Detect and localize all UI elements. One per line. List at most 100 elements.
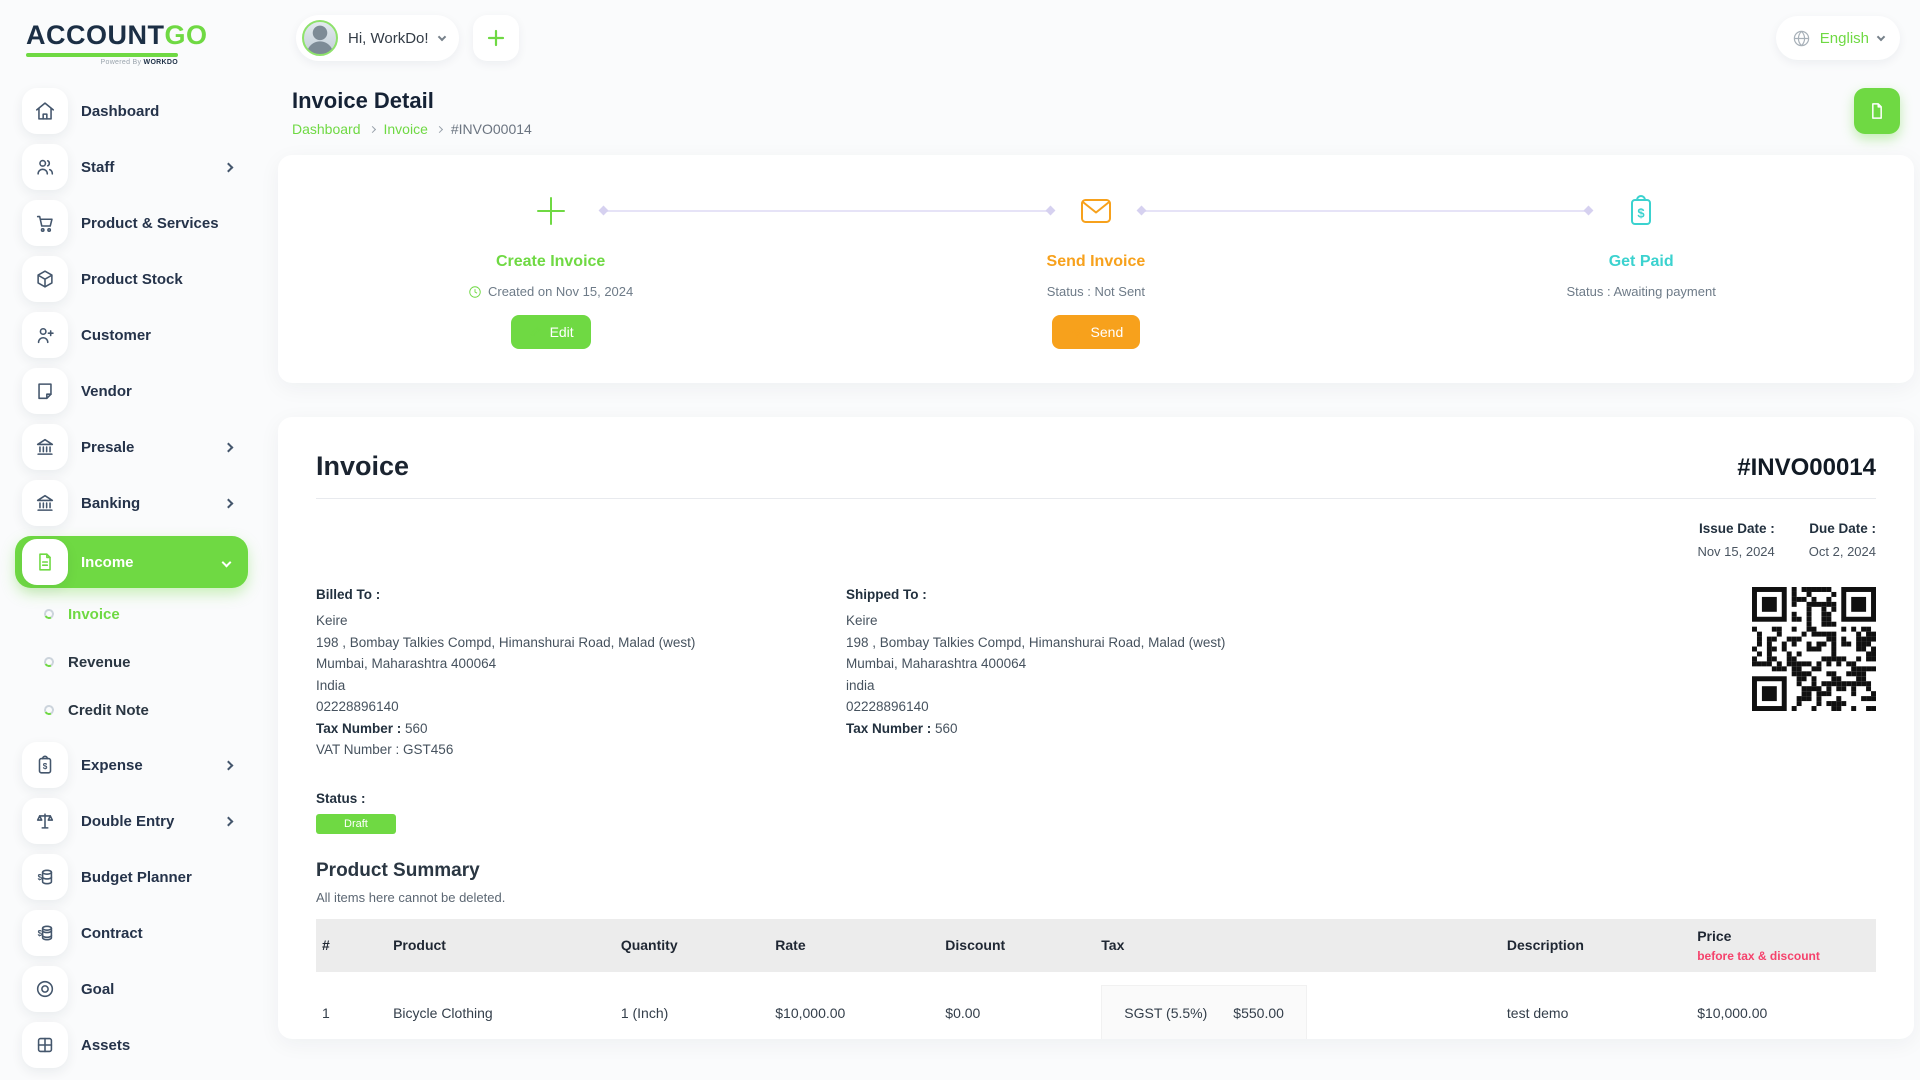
svg-text:$: $ (38, 929, 43, 938)
user-menu[interactable]: Hi, WorkDo! (296, 15, 459, 61)
qr-code (1752, 587, 1876, 711)
svg-text:$: $ (43, 762, 48, 771)
chevron-right-icon (368, 125, 375, 132)
edit-invoice-button[interactable]: Edit (511, 315, 591, 349)
col-num: # (316, 919, 383, 972)
divider (316, 498, 1876, 499)
language-label: English (1820, 30, 1869, 47)
col-discount: Discount (935, 919, 1091, 972)
clock-icon (468, 285, 482, 299)
step-send-invoice: Send Invoice Status : Not Sent Send (823, 189, 1368, 383)
document-dollar-icon: $ (22, 910, 68, 956)
coins-icon: $ (22, 854, 68, 900)
invoice-progress-card: Create Invoice Created on Nov 15, 2024 E… (278, 155, 1914, 383)
invoice-status: Status : Draft (316, 791, 1876, 834)
sidebar-item-product-stock[interactable]: Product Stock (22, 256, 246, 302)
avatar (302, 20, 338, 56)
sidebar-item-assets[interactable]: Assets (22, 1022, 246, 1068)
sidebar-item-customer[interactable]: Customer (22, 312, 246, 358)
scale-icon (22, 798, 68, 844)
svg-text:$: $ (38, 873, 43, 882)
chevron-right-icon (224, 816, 234, 826)
step-status: Created on Nov 15, 2024 (278, 284, 823, 299)
sidebar-item-income[interactable]: Income (15, 536, 248, 588)
sidebar-item-banking[interactable]: Banking (22, 480, 246, 526)
invoice-number: #INVO00014 (1737, 454, 1876, 482)
ring-icon (43, 704, 55, 716)
svg-text:$: $ (1638, 206, 1646, 221)
send-invoice-button[interactable]: Send (1052, 315, 1141, 349)
tax-chip: SGST (5.5%) $550.00 (1101, 985, 1307, 1040)
sidebar-item-dashboard[interactable]: Dashboard (22, 88, 246, 134)
paper-plane-icon (1069, 325, 1083, 339)
page-title: Invoice Detail (292, 88, 532, 114)
sidebar-item-presale[interactable]: Presale (22, 424, 246, 470)
document-icon (1867, 101, 1887, 121)
user-greeting: Hi, WorkDo! (348, 30, 429, 47)
envelope-icon (823, 189, 1368, 233)
sidebar-item-contract[interactable]: $ Contract (22, 910, 246, 956)
brand-powered-by: Powered By WORKDO (26, 59, 178, 66)
users-icon (22, 144, 68, 190)
step-title: Send Invoice (823, 253, 1368, 271)
user-plus-icon (22, 312, 68, 358)
brand-name: ACCOUNTGO (26, 20, 264, 51)
invoice-heading: Invoice (316, 451, 409, 482)
topbar: Hi, WorkDo! English (278, 14, 1914, 62)
col-product: Product (383, 919, 611, 972)
sidebar-item-staff[interactable]: Staff (22, 144, 246, 190)
step-title: Create Invoice (278, 253, 823, 271)
cart-icon (22, 200, 68, 246)
sidebar-item-double-entry[interactable]: Double Entry (22, 798, 246, 844)
target-icon (22, 966, 68, 1012)
plus-icon (278, 189, 823, 233)
sidebar: ACCOUNTGO Powered By WORKDO Dashboard St… (0, 0, 264, 1080)
sidebar-item-budget-planner[interactable]: $ Budget Planner (22, 854, 246, 900)
sidebar-subitem-invoice[interactable]: Invoice (44, 598, 264, 630)
table-header-row: # Product Quantity Rate Discount Tax Des… (316, 919, 1876, 972)
quick-add-button[interactable] (473, 15, 519, 61)
breadcrumb-current: #INVO00014 (451, 121, 532, 137)
sidebar-subitem-credit-note[interactable]: Credit Note (44, 694, 264, 726)
sidebar-item-goal[interactable]: Goal (22, 966, 246, 1012)
chevron-down-icon (437, 32, 445, 40)
chevron-down-icon (1877, 32, 1885, 40)
sidebar-item-product-services[interactable]: Product & Services (22, 200, 246, 246)
clipboard-dollar-icon: $ (1369, 189, 1914, 233)
col-description: Description (1497, 919, 1687, 972)
step-status: Status : Not Sent (823, 284, 1368, 299)
step-status: Status : Awaiting payment (1369, 284, 1914, 299)
bank-icon (22, 424, 68, 470)
breadcrumb: Dashboard Invoice #INVO00014 (292, 121, 532, 137)
cube-icon (22, 256, 68, 302)
status-badge: Draft (316, 814, 396, 834)
sidebar-subitem-revenue[interactable]: Revenue (44, 646, 264, 678)
product-summary-note: All items here cannot be deleted. (316, 890, 1876, 905)
ring-icon (43, 608, 55, 620)
main-content: Hi, WorkDo! English Invoice Detail Dashb… (264, 0, 1920, 1080)
export-document-button[interactable] (1854, 88, 1900, 134)
product-summary-title: Product Summary (316, 860, 1876, 882)
issue-date: Issue Date : Nov 15, 2024 (1697, 521, 1774, 559)
shipped-to-block: Shipped To : Keire 198 , Bombay Talkies … (846, 587, 1376, 761)
col-quantity: Quantity (611, 919, 765, 972)
plus-icon (487, 29, 505, 47)
note-icon (22, 368, 68, 414)
due-date: Due Date : Oct 2, 2024 (1809, 521, 1876, 559)
pencil-icon (528, 325, 542, 339)
brand-logo[interactable]: ACCOUNTGO Powered By WORKDO (0, 12, 264, 66)
billed-to-block: Billed To : Keire 198 , Bombay Talkies C… (316, 587, 846, 761)
sidebar-item-expense[interactable]: $ Expense (22, 742, 246, 788)
col-tax: Tax (1091, 919, 1497, 972)
breadcrumb-dashboard[interactable]: Dashboard (292, 121, 361, 137)
col-price: Price before tax & discount (1687, 919, 1876, 972)
sidebar-item-vendor[interactable]: Vendor (22, 368, 246, 414)
globe-icon (1792, 29, 1811, 48)
chevron-right-icon (224, 162, 234, 172)
language-selector[interactable]: English (1776, 16, 1900, 60)
breadcrumb-invoice[interactable]: Invoice (384, 121, 428, 137)
chevron-right-icon (436, 125, 443, 132)
app-root: ACCOUNTGO Powered By WORKDO Dashboard St… (0, 0, 1920, 1080)
chevron-right-icon (224, 498, 234, 508)
invoice-addresses: Billed To : Keire 198 , Bombay Talkies C… (316, 587, 1876, 761)
